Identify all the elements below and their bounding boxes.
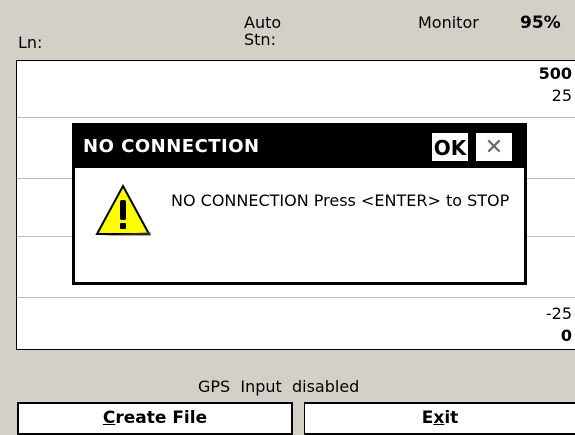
close-icon: ✕ [484, 135, 504, 160]
close-button[interactable]: ✕ [475, 132, 513, 162]
exit-button[interactable]: Exit [304, 402, 575, 435]
no-connection-dialog: NO CONNECTION OK ✕ NO CONNECTION Press <… [73, 124, 526, 284]
y-axis-max: 500 [538, 64, 572, 83]
dialog-message: NO CONNECTION Press <ENTER> to STOP [171, 191, 510, 210]
create-file-button[interactable]: Create File [17, 402, 293, 435]
exit-label-start: E [421, 408, 434, 428]
exit-mnemonic: x [433, 408, 445, 428]
y-axis-min: 0 [560, 326, 572, 345]
station-label: Stn: [244, 30, 276, 49]
y-axis-tick-lower: -25 [545, 304, 572, 323]
line-label: Ln: [18, 33, 43, 52]
exit-label-end: it [444, 408, 459, 428]
create-file-label: reate File [115, 408, 208, 428]
dialog-title: NO CONNECTION [83, 136, 260, 157]
y-axis-tick-upper: 25 [551, 86, 572, 105]
dialog-title-bar: NO CONNECTION OK ✕ [75, 126, 524, 168]
monitor-label: Monitor [418, 13, 479, 32]
battery-percent: 95% [520, 13, 561, 33]
warning-icon [95, 183, 151, 240]
gps-status-text: GPS Input disabled [198, 377, 360, 396]
gridline [17, 297, 575, 298]
ok-button[interactable]: OK [431, 132, 469, 162]
create-file-mnemonic: C [102, 408, 116, 428]
gridline [17, 117, 575, 118]
